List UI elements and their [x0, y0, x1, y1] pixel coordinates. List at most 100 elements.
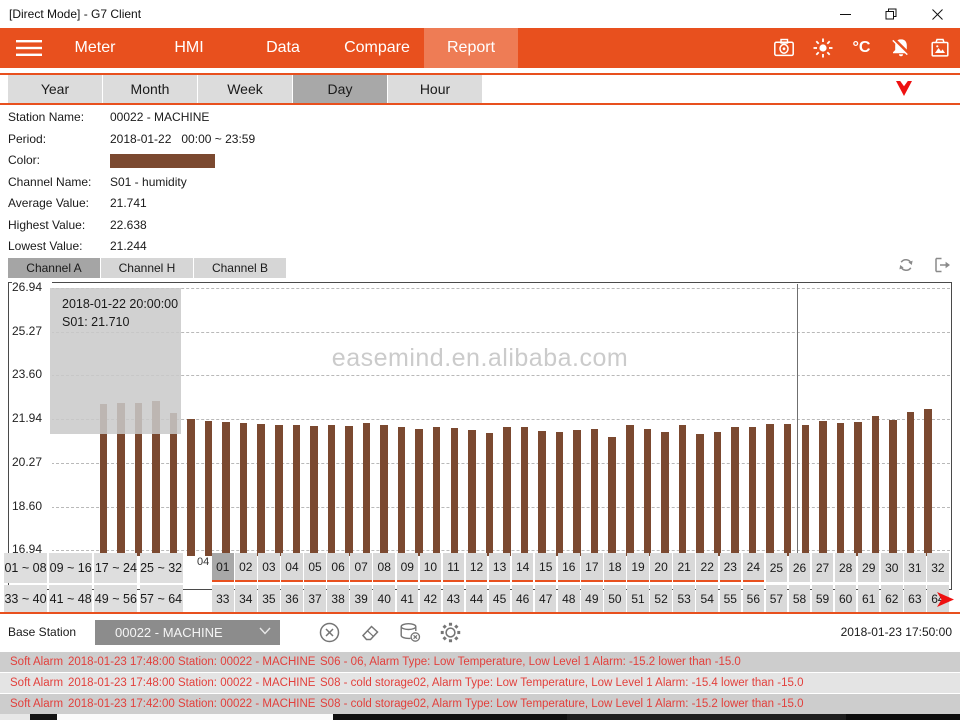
x-cell-35[interactable]: 35 — [258, 585, 280, 612]
bar-10[interactable] — [257, 424, 265, 556]
database-delete-button[interactable] — [398, 621, 422, 644]
nav-item-data[interactable]: Data — [236, 28, 330, 68]
bar-18[interactable] — [398, 427, 406, 556]
x-cell-16[interactable]: 16 — [558, 553, 580, 582]
nav-item-hmi[interactable]: HMI — [142, 28, 236, 68]
tab-month[interactable]: Month — [103, 75, 197, 103]
x-cell-10[interactable]: 10 — [420, 553, 442, 582]
x-cell-04[interactable]: 04 — [281, 553, 303, 582]
menu-button[interactable] — [14, 37, 44, 59]
range-button-57-64[interactable]: 57 ~ 64 — [140, 585, 183, 612]
x-cell-39[interactable]: 39 — [350, 585, 372, 612]
bar-46[interactable] — [889, 420, 897, 556]
range-button-33-40[interactable]: 33 ~ 40 — [4, 585, 47, 612]
bar-41[interactable] — [802, 425, 810, 556]
x-cell-46[interactable]: 46 — [512, 585, 534, 612]
range-button-01-08[interactable]: 01 ~ 08 — [4, 553, 47, 583]
x-cell-43[interactable]: 43 — [443, 585, 465, 612]
x-cell-28[interactable]: 28 — [835, 553, 857, 582]
snapshot-box-icon[interactable] — [927, 36, 952, 61]
x-cell-24[interactable]: 24 — [743, 553, 765, 582]
brightness-icon[interactable] — [810, 36, 835, 61]
bar-39[interactable] — [766, 424, 774, 556]
x-cell-50[interactable]: 50 — [604, 585, 626, 612]
bar-44[interactable] — [854, 422, 862, 556]
bar-19[interactable] — [415, 429, 423, 556]
bar-35[interactable] — [696, 434, 704, 556]
x-cell-20[interactable]: 20 — [650, 553, 672, 582]
bar-26[interactable] — [538, 431, 546, 556]
bar-11[interactable] — [275, 425, 283, 556]
x-cell-25[interactable]: 25 — [766, 553, 788, 582]
nav-item-compare[interactable]: Compare — [330, 28, 424, 68]
temperature-unit-icon[interactable]: °C — [849, 36, 874, 61]
x-cell-38[interactable]: 38 — [327, 585, 349, 612]
x-cell-13[interactable]: 13 — [489, 553, 511, 582]
x-cell-54[interactable]: 54 — [696, 585, 718, 612]
bar-8[interactable] — [222, 422, 230, 556]
bar-22[interactable] — [468, 430, 476, 556]
x-cell-23[interactable]: 23 — [720, 553, 742, 582]
range-button-49-56[interactable]: 49 ~ 56 — [94, 585, 137, 612]
bar-34[interactable] — [679, 425, 687, 556]
bar-47[interactable] — [907, 412, 915, 556]
x-cell-29[interactable]: 29 — [858, 553, 880, 582]
base-station-dropdown[interactable]: 00022 - MACHINE — [95, 620, 280, 645]
x-cell-07[interactable]: 07 — [350, 553, 372, 582]
bar-29[interactable] — [591, 429, 599, 556]
bar-38[interactable] — [749, 427, 757, 556]
range-button-41-48[interactable]: 41 ~ 48 — [49, 585, 92, 612]
bar-30[interactable] — [608, 437, 616, 556]
nav-item-meter[interactable]: Meter — [48, 28, 142, 68]
x-cell-62[interactable]: 62 — [881, 585, 903, 612]
range-button-25-32[interactable]: 25 ~ 32 — [140, 553, 183, 583]
alarm-row[interactable]: Soft Alarm2018-01-23 17:48:00Station: 00… — [0, 673, 960, 693]
x-cell-40[interactable]: 40 — [373, 585, 395, 612]
bell-muted-icon[interactable] — [888, 36, 913, 61]
x-cell-27[interactable]: 27 — [812, 553, 834, 582]
x-cell-34[interactable]: 34 — [235, 585, 257, 612]
bar-15[interactable] — [345, 426, 353, 556]
bar-27[interactable] — [556, 432, 564, 556]
bar-48[interactable] — [924, 409, 932, 556]
x-cell-56[interactable]: 56 — [743, 585, 765, 612]
nav-item-report[interactable]: Report — [424, 28, 518, 68]
bar-7[interactable] — [205, 421, 213, 556]
x-cell-49[interactable]: 49 — [581, 585, 603, 612]
bar-33[interactable] — [661, 432, 669, 556]
x-cell-15[interactable]: 15 — [535, 553, 557, 582]
x-cell-44[interactable]: 44 — [466, 585, 488, 612]
x-cell-41[interactable]: 41 — [397, 585, 419, 612]
x-cell-47[interactable]: 47 — [535, 585, 557, 612]
next-page-button[interactable] — [934, 589, 956, 610]
x-cell-31[interactable]: 31 — [904, 553, 926, 582]
tab-channel-a[interactable]: Channel A — [8, 258, 100, 278]
x-cell-17[interactable]: 17 — [581, 553, 603, 582]
bar-45[interactable] — [872, 416, 880, 556]
x-cell-08[interactable]: 08 — [373, 553, 395, 582]
cancel-circle-button[interactable] — [318, 621, 341, 644]
tab-hour[interactable]: Hour — [388, 75, 482, 103]
x-cell-55[interactable]: 55 — [720, 585, 742, 612]
bar-43[interactable] — [837, 423, 845, 556]
bar-13[interactable] — [310, 426, 318, 556]
x-cell-60[interactable]: 60 — [835, 585, 857, 612]
restore-button[interactable] — [868, 0, 914, 28]
tab-day[interactable]: Day — [293, 75, 387, 103]
minimize-button[interactable] — [822, 0, 868, 28]
export-button[interactable] — [932, 255, 952, 275]
x-cell-33[interactable]: 33 — [212, 585, 234, 612]
bar-14[interactable] — [328, 425, 336, 556]
x-cell-51[interactable]: 51 — [627, 585, 649, 612]
bar-32[interactable] — [644, 429, 652, 556]
bar-25[interactable] — [521, 427, 529, 556]
bar-31[interactable] — [626, 425, 634, 556]
bar-6[interactable] — [187, 419, 195, 556]
x-cell-57[interactable]: 57 — [766, 585, 788, 612]
camera-icon[interactable] — [771, 36, 796, 61]
bar-28[interactable] — [573, 430, 581, 556]
bar-37[interactable] — [731, 427, 739, 556]
x-cell-36[interactable]: 36 — [281, 585, 303, 612]
bar-20[interactable] — [433, 427, 441, 556]
x-cell-14[interactable]: 14 — [512, 553, 534, 582]
